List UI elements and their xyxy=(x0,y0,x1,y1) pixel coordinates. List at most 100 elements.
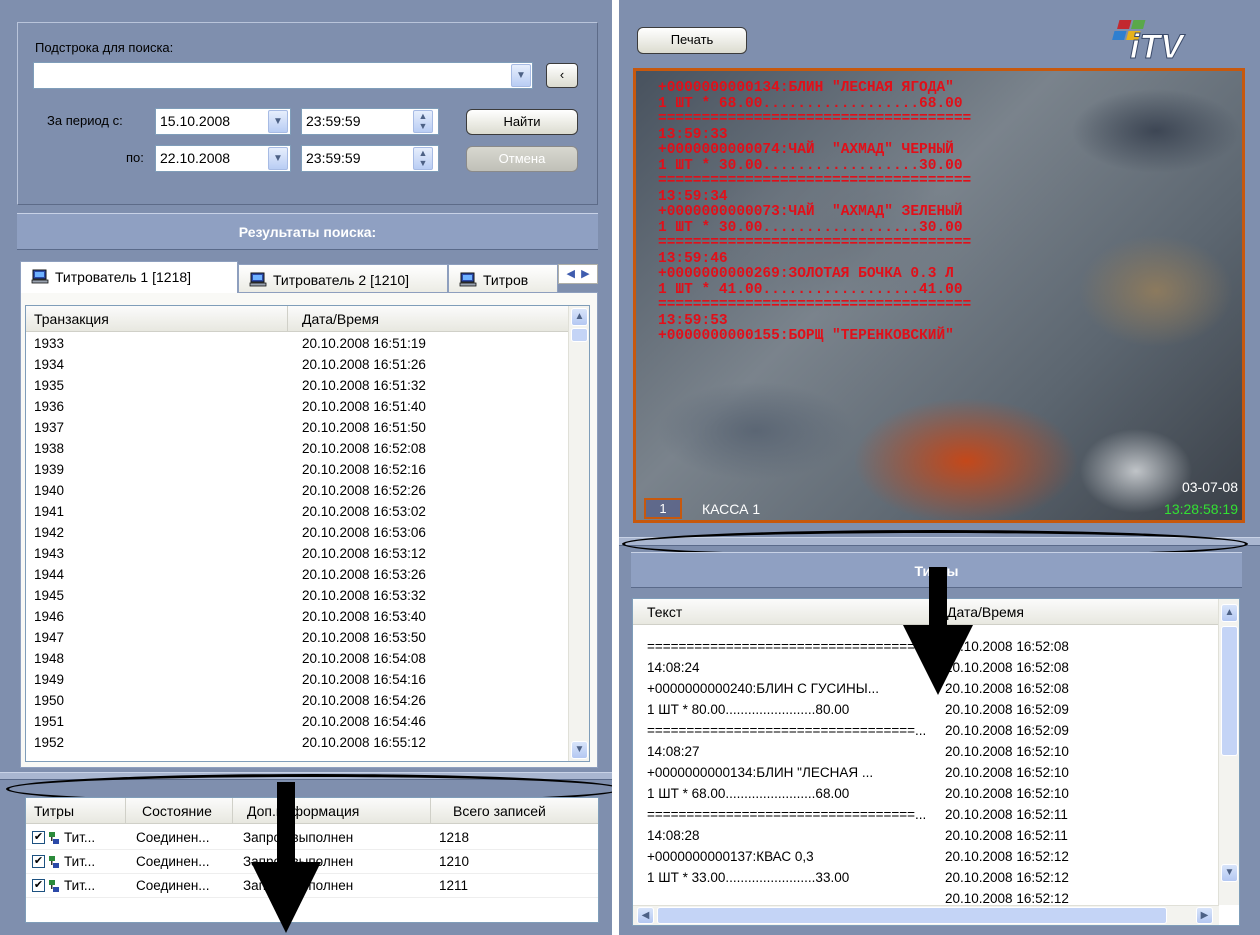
table-row[interactable]: +0000000000134:БЛИН "ЛЕСНАЯ ... 20.10.200… xyxy=(633,762,1219,783)
scroll-down-icon[interactable]: ▼ xyxy=(1221,864,1238,882)
computer-icon xyxy=(459,272,477,287)
column-header-datetime[interactable]: Дата/Время xyxy=(288,306,569,332)
checkbox[interactable]: ✔ xyxy=(32,831,45,844)
osd-line: +0000000000073:ЧАЙ "АХМАД" ЗЕЛЕНЫЙ xyxy=(658,204,963,220)
datetime-cell: 20.10.2008 16:54:16 xyxy=(302,672,426,687)
table-row[interactable]: ==================================... 20.… xyxy=(633,804,1219,825)
column-header-transaction[interactable]: Транзакция xyxy=(26,306,288,332)
transaction-cell: 1952 xyxy=(34,735,65,750)
search-input[interactable] xyxy=(33,62,533,89)
titles-horizontal-scrollbar[interactable]: ◀ ▶ xyxy=(633,905,1219,925)
scroll-down-icon[interactable]: ▼ xyxy=(571,741,588,759)
table-row[interactable]: 1935 20.10.2008 16:51:32 xyxy=(26,375,569,396)
datetime-cell: 20.10.2008 16:52:10 xyxy=(945,744,1069,759)
osd-line: 13:59:34 xyxy=(658,188,728,205)
table-row[interactable]: 1942 20.10.2008 16:53:06 xyxy=(26,522,569,543)
cancel-button[interactable]: Отмена xyxy=(466,146,578,172)
osd-line: 1 ШТ * 30.00..................30.00 xyxy=(658,219,963,236)
osd-line: +0000000000269:ЗОЛОТАЯ БОЧКА 0.3 Л xyxy=(658,266,954,282)
column-header-titles[interactable]: Титры xyxy=(26,798,126,824)
search-dropdown-button[interactable]: ▼ xyxy=(511,64,531,87)
tab-scroll-right-icon[interactable]: ▶ xyxy=(581,268,589,280)
table-row[interactable]: 20.10.2008 16:52:12 xyxy=(633,888,1219,906)
table-row[interactable]: 1947 20.10.2008 16:53:50 xyxy=(26,627,569,648)
osd-line: +0000000000155:БОРЩ "ТЕРЕНКОВСКИЙ" xyxy=(658,328,954,344)
scroll-thumb[interactable] xyxy=(657,907,1167,924)
column-header-datetime[interactable]: Дата/Время xyxy=(939,599,1219,625)
results-vertical-scrollbar[interactable]: ▲ ▼ xyxy=(568,306,589,761)
tab-label: Титрователь 1 [1218] xyxy=(55,269,192,285)
tab-titler-2[interactable]: Титрователь 2 [1210] xyxy=(238,264,448,293)
table-row[interactable]: ==================================... 20.… xyxy=(633,720,1219,741)
table-row[interactable]: 1944 20.10.2008 16:53:26 xyxy=(26,564,569,585)
titles-vertical-scrollbar[interactable]: ▲ ▼ xyxy=(1218,599,1239,905)
date-to-dropdown[interactable]: ▼ xyxy=(268,147,288,170)
table-row[interactable]: 1937 20.10.2008 16:51:50 xyxy=(26,417,569,438)
table-row[interactable]: 1946 20.10.2008 16:53:40 xyxy=(26,606,569,627)
table-row[interactable]: 1 ШТ * 80.00........................80.0… xyxy=(633,699,1219,720)
scroll-up-icon[interactable]: ▲ xyxy=(1221,604,1238,622)
logo-icon: iTV xyxy=(1112,20,1187,67)
find-button[interactable]: Найти xyxy=(466,109,578,135)
title-text-cell: +0000000000240:БЛИН С ГУСИНЫ... xyxy=(647,681,879,696)
datetime-cell: 20.10.2008 16:53:26 xyxy=(302,567,426,582)
table-row[interactable]: 14:08:27 20.10.2008 16:52:10 xyxy=(633,741,1219,762)
date-from-dropdown[interactable]: ▼ xyxy=(268,110,288,133)
checkbox[interactable]: ✔ xyxy=(32,879,45,892)
table-row[interactable]: 1941 20.10.2008 16:53:02 xyxy=(26,501,569,522)
transaction-cell: 1945 xyxy=(34,588,65,603)
table-row[interactable]: 1 ШТ * 68.00........................68.0… xyxy=(633,783,1219,804)
column-header-text[interactable]: Текст xyxy=(633,599,939,625)
datetime-cell: 20.10.2008 16:52:10 xyxy=(945,786,1069,801)
osd-line: 13:59:46 xyxy=(658,250,728,267)
clear-search-button[interactable]: ‹ xyxy=(546,63,578,88)
period-from-label: За период с: xyxy=(47,113,123,128)
network-icon xyxy=(48,830,60,845)
table-row[interactable]: 1945 20.10.2008 16:53:32 xyxy=(26,585,569,606)
datetime-cell: 20.10.2008 16:54:08 xyxy=(302,651,426,666)
table-row[interactable]: 1934 20.10.2008 16:51:26 xyxy=(26,354,569,375)
results-list[interactable]: Транзакция Дата/Время 1933 20.10.2008 16:… xyxy=(25,305,590,762)
tab-titler-1[interactable]: Титрователь 1 [1218] xyxy=(20,261,238,293)
table-row[interactable]: 1938 20.10.2008 16:52:08 xyxy=(26,438,569,459)
total-cell: 1211 xyxy=(439,878,469,893)
table-row[interactable]: 1951 20.10.2008 16:54:46 xyxy=(26,711,569,732)
tab-titler-3[interactable]: Титров xyxy=(448,264,558,293)
table-row[interactable]: 1936 20.10.2008 16:51:40 xyxy=(26,396,569,417)
table-row[interactable]: 1949 20.10.2008 16:54:16 xyxy=(26,669,569,690)
transaction-cell: 1939 xyxy=(34,462,65,477)
table-row[interactable]: 1948 20.10.2008 16:54:08 xyxy=(26,648,569,669)
scroll-up-icon[interactable]: ▲ xyxy=(571,308,588,326)
table-row[interactable]: 1952 20.10.2008 16:55:12 xyxy=(26,732,569,753)
time-to-spinner[interactable]: ▲ ▼ xyxy=(413,147,433,170)
checkbox[interactable]: ✔ xyxy=(32,855,45,868)
osd-line: ==================================== xyxy=(658,297,972,313)
transaction-cell: 1946 xyxy=(34,609,65,624)
video-viewport[interactable]: +0000000000134:БЛИН "ЛЕСНАЯ ЯГОДА" 1 ШТ *… xyxy=(633,68,1245,523)
column-header-total[interactable]: Всего записей xyxy=(431,798,598,824)
table-row[interactable]: 1 ШТ * 33.00........................33.0… xyxy=(633,867,1219,888)
scroll-left-icon[interactable]: ◀ xyxy=(637,907,654,924)
video-date: 03-07-08 xyxy=(1181,479,1238,495)
column-header-state[interactable]: Состояние xyxy=(126,798,233,824)
transaction-cell: 1940 xyxy=(34,483,65,498)
transaction-cell: 1944 xyxy=(34,567,65,582)
osd-line: ==================================== xyxy=(658,111,972,127)
time-from-spinner[interactable]: ▲ ▼ xyxy=(413,110,433,133)
print-button[interactable]: Печать xyxy=(637,27,747,54)
datetime-cell: 20.10.2008 16:52:08 xyxy=(945,681,1069,696)
computer-icon xyxy=(31,269,49,284)
table-row[interactable]: +0000000000137:КВАС 0,3 20.10.2008 16:52:… xyxy=(633,846,1219,867)
tab-label: Титрователь 2 [1210] xyxy=(273,272,410,288)
datetime-cell: 20.10.2008 16:52:11 xyxy=(945,807,1068,822)
table-row[interactable]: 1933 20.10.2008 16:51:19 xyxy=(26,333,569,354)
table-row[interactable]: 14:08:28 20.10.2008 16:52:11 xyxy=(633,825,1219,846)
scroll-thumb[interactable] xyxy=(571,328,588,342)
table-row[interactable]: 1940 20.10.2008 16:52:26 xyxy=(26,480,569,501)
scroll-right-icon[interactable]: ▶ xyxy=(1196,907,1213,924)
table-row[interactable]: 1950 20.10.2008 16:54:26 xyxy=(26,690,569,711)
scroll-thumb[interactable] xyxy=(1221,626,1238,756)
table-row[interactable]: 1939 20.10.2008 16:52:16 xyxy=(26,459,569,480)
table-row[interactable]: 1943 20.10.2008 16:53:12 xyxy=(26,543,569,564)
tab-scroll-left-icon[interactable]: ◀ xyxy=(566,268,574,280)
